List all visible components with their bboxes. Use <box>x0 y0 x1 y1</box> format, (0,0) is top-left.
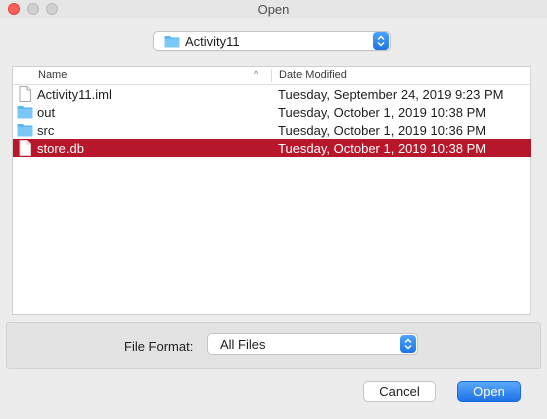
location-popup[interactable]: Activity11 <box>153 31 391 51</box>
document-icon <box>17 86 33 102</box>
open-button[interactable]: Open <box>457 381 521 402</box>
cancel-button[interactable]: Cancel <box>363 381 436 402</box>
file-date: Tuesday, October 1, 2019 10:38 PM <box>278 105 487 120</box>
location-stepper-icon <box>373 32 389 50</box>
file-format-popup[interactable]: All Files <box>207 333 418 355</box>
file-name: store.db <box>37 141 84 156</box>
title-bar: Open <box>0 0 547 18</box>
file-format-stepper-icon <box>400 335 416 353</box>
file-format-label: File Format: <box>124 339 194 354</box>
file-name: Activity11.iml <box>37 87 112 102</box>
list-header: Name ^ Date Modified <box>13 67 531 85</box>
format-panel: File Format: All Files <box>6 322 541 369</box>
file-date: Tuesday, September 24, 2019 9:23 PM <box>278 87 504 102</box>
file-row[interactable]: src Tuesday, October 1, 2019 10:36 PM <box>13 121 531 139</box>
file-name: out <box>37 105 56 120</box>
file-row[interactable]: out Tuesday, October 1, 2019 10:38 PM <box>13 103 531 121</box>
window-title: Open <box>257 2 290 17</box>
column-header-date-modified[interactable]: Date Modified <box>279 69 347 81</box>
column-header-name[interactable]: Name <box>38 69 67 81</box>
folder-icon <box>17 122 33 138</box>
file-format-value: All Files <box>220 337 266 352</box>
file-row[interactable]: Activity11.iml Tuesday, September 24, 20… <box>13 85 531 103</box>
location-label: Activity11 <box>185 34 240 49</box>
file-list[interactable]: Name ^ Date Modified Activity11.iml Tues… <box>12 66 531 315</box>
file-date: Tuesday, October 1, 2019 10:36 PM <box>278 123 487 138</box>
file-name: src <box>37 123 55 138</box>
file-date: Tuesday, October 1, 2019 10:38 PM <box>278 141 487 156</box>
folder-icon <box>17 104 33 120</box>
sort-ascending-icon: ^ <box>254 69 259 79</box>
file-row-selected[interactable]: store.db Tuesday, October 1, 2019 10:38 … <box>13 139 531 157</box>
document-icon <box>17 140 33 156</box>
column-divider[interactable] <box>271 69 272 82</box>
folder-icon <box>164 35 180 51</box>
